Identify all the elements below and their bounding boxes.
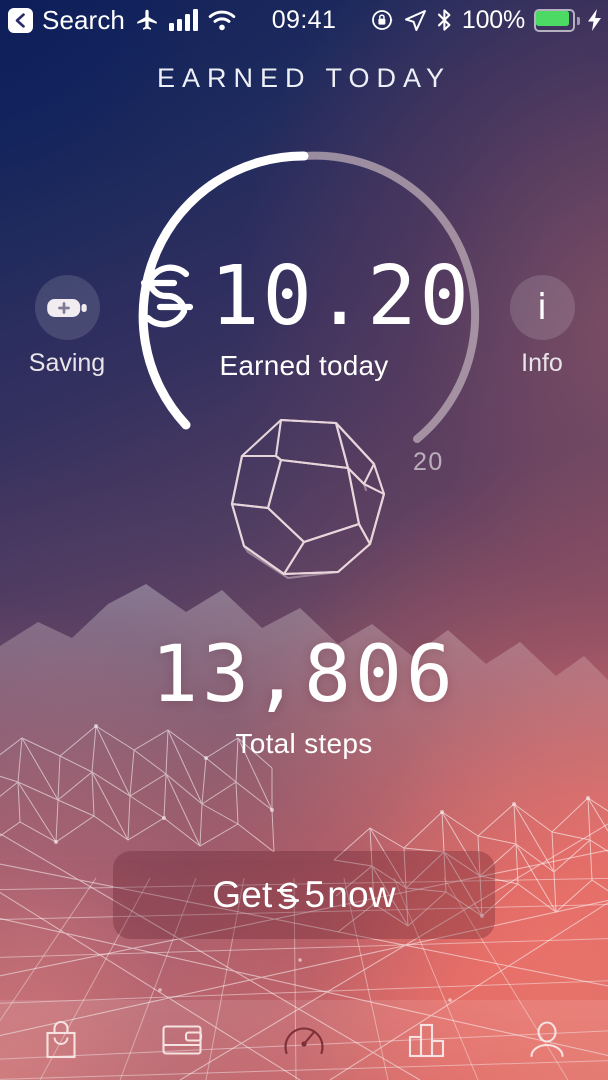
- info-icon: i: [509, 275, 575, 340]
- status-back-label[interactable]: Search: [42, 5, 125, 36]
- sweatcoin-symbol-icon: [274, 879, 302, 911]
- earned-amount-value: 10.20: [210, 249, 472, 344]
- battery-percent-label: 100%: [461, 5, 525, 34]
- wifi-icon: [208, 10, 236, 31]
- cta-suffix-label: now: [327, 874, 396, 915]
- person-icon: [526, 1019, 568, 1061]
- cta-prefix-label: Get: [212, 874, 273, 915]
- tab-shop[interactable]: [0, 1000, 122, 1080]
- rotation-lock-icon: [371, 8, 395, 32]
- tab-dashboard[interactable]: [243, 1000, 365, 1080]
- tab-bar: [0, 1000, 608, 1080]
- tab-profile[interactable]: [486, 1000, 608, 1080]
- airplane-mode-icon: [134, 7, 160, 33]
- get-sweatcoins-button[interactable]: Get 5 now: [113, 851, 495, 939]
- tab-stats[interactable]: [365, 1000, 487, 1080]
- location-arrow-icon: [404, 9, 427, 32]
- status-bar: Search 09:41 100%: [0, 0, 608, 40]
- cellular-signal-icon: [168, 9, 199, 31]
- total-steps-value: 13,806: [151, 630, 457, 720]
- ring-max-label: 20: [413, 448, 444, 476]
- info-glyph: i: [536, 286, 547, 328]
- info-button[interactable]: i Info: [487, 275, 597, 378]
- battery-boost-icon: [34, 275, 100, 340]
- speedometer-icon: [280, 1018, 328, 1062]
- saving-button-label: Saving: [28, 349, 106, 377]
- battery-full-icon: [534, 8, 580, 32]
- tab-wallet[interactable]: [122, 1000, 244, 1080]
- sweatcoin-symbol-icon: [136, 258, 198, 335]
- bar-chart-icon: [405, 1020, 447, 1060]
- bluetooth-icon: [436, 8, 453, 32]
- page-title: EARNED TODAY: [156, 63, 452, 93]
- charging-bolt-icon: [588, 9, 602, 31]
- app-screen: Search 09:41 100% EARNED TODAY 20 10.20 …: [0, 0, 608, 1080]
- total-steps-caption: Total steps: [235, 728, 373, 759]
- wallet-icon: [160, 1022, 204, 1058]
- total-steps-block: 13,806 Total steps: [0, 630, 608, 760]
- shopping-bag-icon: [41, 1019, 81, 1061]
- chevron-left-icon[interactable]: [8, 7, 33, 33]
- cta-amount-label: 5: [304, 874, 326, 915]
- saving-button[interactable]: Saving: [12, 275, 122, 378]
- info-button-label: Info: [521, 349, 563, 377]
